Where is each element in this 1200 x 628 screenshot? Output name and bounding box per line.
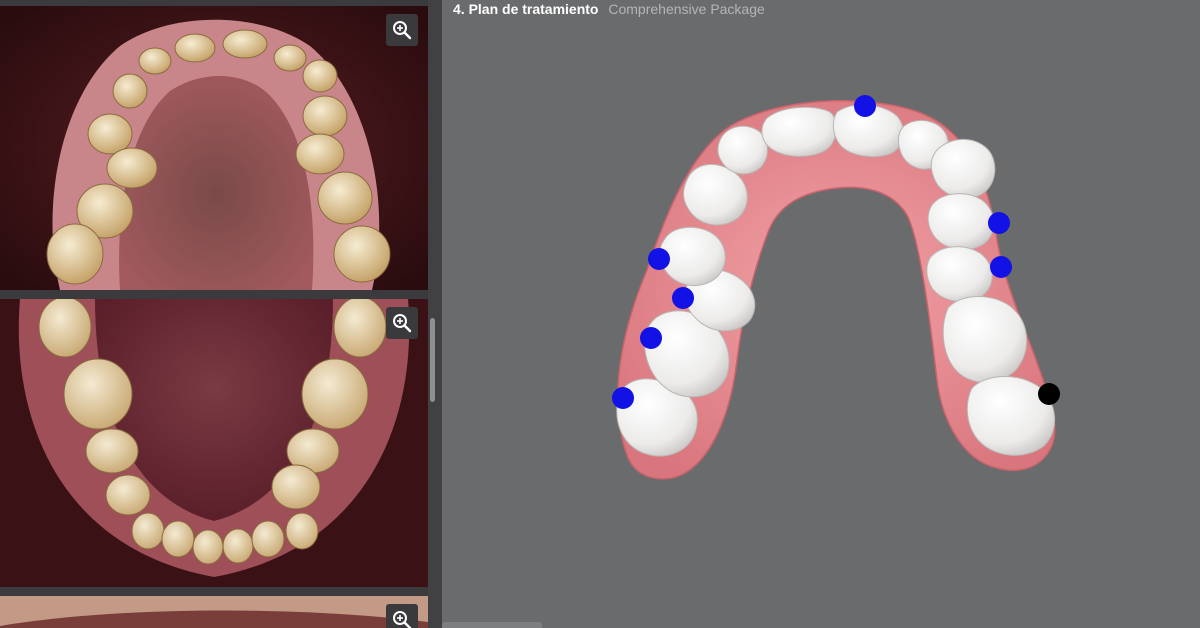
lower-occlusal-photo[interactable] xyxy=(0,299,428,587)
marker-blue[interactable] xyxy=(854,95,876,117)
zoom-in-icon xyxy=(393,314,412,333)
zoom-button-lower[interactable] xyxy=(386,307,418,339)
tooth xyxy=(761,106,837,157)
marker-blue[interactable] xyxy=(988,212,1010,234)
tooth xyxy=(717,125,768,175)
bottom-scroll-tab[interactable] xyxy=(442,622,542,628)
upper-occlusal-photo[interactable] xyxy=(0,6,428,290)
tooth xyxy=(942,295,1028,383)
dental-arch-model[interactable] xyxy=(442,0,1200,628)
tooth xyxy=(926,246,993,303)
zoom-in-icon xyxy=(393,21,412,40)
marker-black[interactable] xyxy=(1038,383,1060,405)
third-photo[interactable] xyxy=(0,596,428,628)
panel-splitter[interactable] xyxy=(428,0,442,628)
marker-blue[interactable] xyxy=(672,287,694,309)
zoom-in-icon xyxy=(393,611,412,628)
zoom-button-third[interactable] xyxy=(386,604,418,628)
marker-blue[interactable] xyxy=(648,248,670,270)
treatment-plan-app: 4. Plan de tratamiento Comprehensive Pac… xyxy=(0,0,1200,628)
marker-blue[interactable] xyxy=(990,256,1012,278)
3d-viewer[interactable]: 4. Plan de tratamiento Comprehensive Pac… xyxy=(442,0,1200,628)
splitter-handle[interactable] xyxy=(430,318,435,402)
marker-blue[interactable] xyxy=(612,387,634,409)
zoom-button-upper[interactable] xyxy=(386,14,418,46)
marker-blue[interactable] xyxy=(640,327,662,349)
tooth xyxy=(930,138,996,199)
photo-panel xyxy=(0,0,428,628)
